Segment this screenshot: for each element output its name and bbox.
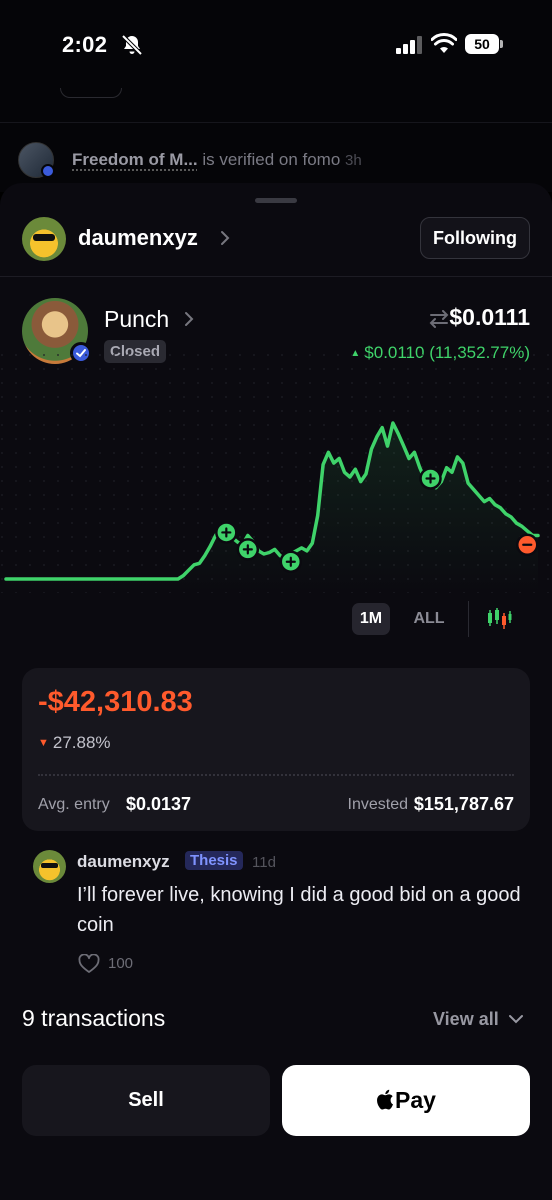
token-name[interactable]: Punch [104,306,169,333]
thesis-comment: daumenxyz Thesis 11d I’ll forever live, … [0,848,552,978]
view-all-link[interactable]: View all [433,1009,499,1030]
candlestick-toggle-button[interactable] [486,607,512,631]
buy-trade-marker[interactable] [419,467,442,490]
pnl-percent: ▼ 27.88% [38,733,111,753]
user-avatar[interactable] [22,217,66,261]
status-time: 2:02 [62,32,108,57]
silent-bell-icon [121,34,143,56]
comment-avatar[interactable] [33,850,66,883]
position-card: -$42,310.83 ▼ 27.88% Avg. entry $0.0137 I… [22,668,530,831]
notification-name[interactable]: Freedom of M... [72,150,198,169]
range-selector: 1M ALL [0,601,552,637]
avg-entry-value: $0.0137 [126,794,192,814]
pnl-percent-value: 27.88% [52,733,111,752]
pnl-value: -$42,310.83 [38,686,193,718]
down-triangle-icon: ▼ [38,737,49,749]
pay-label: Pay [395,1087,436,1113]
buy-trade-marker[interactable] [236,538,260,561]
chevron-right-icon [185,312,194,326]
sheet-grabber[interactable] [255,198,297,203]
sell-button[interactable]: Sell [22,1065,270,1136]
username[interactable]: daumenxyz [78,225,198,251]
comment-author[interactable]: daumenxyz [77,852,170,872]
avg-entry-label: Avg. entry [38,796,110,813]
range-divider [468,601,469,637]
invested-value: $151,787.67 [413,794,514,814]
sheet-header: daumenxyz Following [0,215,552,273]
heart-icon[interactable] [78,954,100,974]
chevron-down-icon[interactable] [508,1013,524,1025]
comment-time: 11d [252,854,276,871]
cellular-signal-icon [396,36,422,54]
transactions-title: 9 transactions [22,1005,166,1031]
feed-divider [0,122,552,123]
comment-text: I’ll forever live, knowing I did a good … [77,884,521,936]
swap-icon[interactable] [428,310,450,328]
buy-trade-marker[interactable] [279,550,303,573]
thesis-badge: Thesis [185,851,243,870]
dotted-divider [38,774,514,776]
position-sheet: daumenxyz Following Punch Closed $0.0111… [0,183,552,1200]
chevron-right-icon [221,231,230,245]
apple-logo-icon [377,1089,394,1110]
invested-label: Invested [347,796,408,813]
status-bar: 2:02 50 [0,0,552,92]
battery-icon: 50 [465,34,503,54]
verified-badge-icon [41,164,55,178]
range-all-button[interactable]: ALL [408,603,450,635]
following-button[interactable]: Following [420,217,530,259]
notification-message: is verified on fomo [197,150,346,169]
wifi-icon [431,33,457,53]
apple-pay-button[interactable]: Pay [282,1065,530,1136]
notification-time: 3h [345,152,362,169]
token-price: $0.0111 [449,304,530,330]
peek-pill [60,88,122,98]
notification-text[interactable]: Freedom of M... is verified on fomo 3h [72,150,362,170]
buy-trade-marker[interactable] [215,521,238,544]
battery-level: 50 [465,34,499,54]
like-count: 100 [108,955,134,972]
range-1m-button[interactable]: 1M [352,603,390,635]
candlestick-icon [488,608,512,629]
background-feed: Freedom of M... is verified on fomo 3h [0,88,552,192]
sell-trade-marker[interactable] [516,533,539,557]
header-divider [0,276,552,277]
